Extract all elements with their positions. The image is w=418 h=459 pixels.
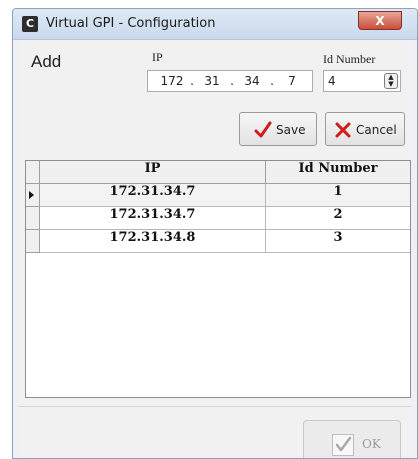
row-indicator[interactable] (26, 230, 40, 253)
table-row[interactable]: 172.31.34.7 1 (26, 184, 410, 207)
cell-ip[interactable]: 172.31.34.7 (40, 184, 266, 207)
column-header-ip[interactable]: IP (40, 161, 266, 184)
row-indicator[interactable] (26, 184, 40, 207)
cell-id-number[interactable]: 1 (266, 184, 410, 207)
ip-octet-3[interactable]: 34 (238, 74, 266, 88)
id-number-value: 4 (328, 74, 336, 88)
checkmark-icon (254, 121, 272, 138)
ip-label: IP (152, 50, 163, 64)
save-label: Save (276, 123, 306, 137)
table-row[interactable]: 172.31.34.8 3 (26, 230, 410, 253)
id-number-stepper[interactable]: 4 ▲ ▼ (323, 70, 401, 92)
dialog-content: Add IP 172 . 31 . 34 . 7 Id Number 4 ▲ ▼… (19, 40, 411, 458)
cell-ip[interactable]: 172.31.34.7 (40, 207, 266, 230)
table-row[interactable]: 172.31.34.7 2 (26, 207, 410, 230)
column-header-id-number[interactable]: Id Number (266, 161, 410, 184)
spin-down-icon[interactable]: ▼ (385, 81, 397, 88)
ip-address-input[interactable]: 172 . 31 . 34 . 7 (147, 70, 313, 92)
footer-divider (19, 406, 411, 407)
cell-id-number[interactable]: 3 (266, 230, 410, 253)
app-icon: C (22, 16, 38, 32)
spinner[interactable]: ▲ ▼ (384, 73, 398, 89)
ip-dot: . (270, 74, 274, 88)
x-mark-icon (335, 122, 351, 138)
cell-id-number[interactable]: 2 (266, 207, 410, 230)
row-header-corner (26, 161, 40, 184)
ip-dot: . (190, 74, 194, 88)
cell-ip[interactable]: 172.31.34.8 (40, 230, 266, 253)
window-title: Virtual GPI - Configuration (46, 16, 216, 31)
ok-label: OK (362, 437, 381, 451)
current-row-arrow-icon (29, 191, 34, 199)
add-heading: Add (31, 52, 62, 71)
configuration-window: C Virtual GPI - Configuration X Add IP 1… (12, 8, 418, 459)
ip-octet-1[interactable]: 172 (158, 74, 186, 88)
ip-dot: . (230, 74, 234, 88)
cancel-label: Cancel (356, 123, 397, 137)
cancel-button[interactable]: Cancel (325, 112, 405, 146)
ok-button[interactable]: OK (303, 420, 401, 458)
row-indicator[interactable] (26, 207, 40, 230)
entries-table[interactable]: IP Id Number 172.31.34.7 1 172.31.34.7 2… (25, 160, 411, 398)
title-bar: C Virtual GPI - Configuration X (13, 9, 417, 40)
close-button[interactable]: X (358, 11, 402, 30)
ip-octet-2[interactable]: 31 (198, 74, 226, 88)
id-number-label: Id Number (323, 52, 376, 66)
checkbox-check-icon (332, 434, 354, 456)
save-button[interactable]: Save (239, 112, 317, 146)
ip-octet-4[interactable]: 7 (278, 74, 306, 88)
